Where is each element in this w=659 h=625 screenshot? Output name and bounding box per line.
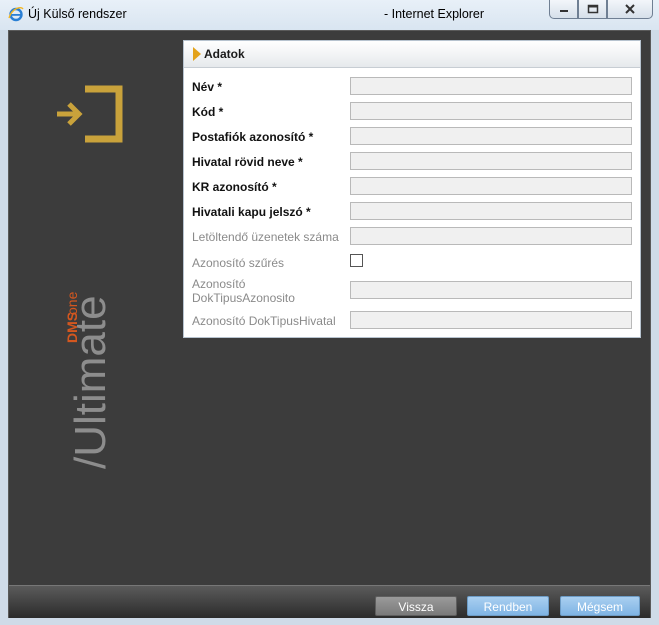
panel-title: Adatok <box>204 47 245 61</box>
row-nev: Név * <box>192 77 634 99</box>
doktipus-azonosito-input[interactable] <box>350 281 632 299</box>
minimize-button[interactable] <box>549 0 578 19</box>
brand-one: one <box>64 291 80 315</box>
row-doktipus-hivatal: Azonosító DokTipusHivatal <box>192 311 634 333</box>
window-controls <box>549 0 653 20</box>
kr-azonosito-input[interactable] <box>350 177 632 195</box>
internet-explorer-icon <box>8 7 24 22</box>
letoltendo-uzenetek-szama-input[interactable] <box>350 227 632 245</box>
adatok-panel: Adatok Név * Kód * Postafiók azonosító *… <box>183 40 641 338</box>
maximize-icon <box>587 4 598 14</box>
minimize-icon <box>559 10 568 12</box>
row-azonosito-szures: Azonosító szűrés <box>192 253 634 275</box>
label-kr-azonosito: KR azonosító * <box>192 180 277 194</box>
label-azonosito-doktipushivatal: Azonosító DokTipusHivatal <box>192 314 336 328</box>
doktipus-hivatal-input[interactable] <box>350 311 632 329</box>
label-azonosito-doktipusazonosito: Azonosító DokTipusAzonosito <box>192 277 295 305</box>
panel-header[interactable]: Adatok <box>184 41 640 68</box>
login-arrow-icon <box>57 85 123 143</box>
row-doktipus-azonosito: Azonosító DokTipusAzonosito <box>192 277 634 305</box>
row-letoltendo-uzenetek: Letöltendő üzenetek száma <box>192 227 634 249</box>
expand-arrow-icon[interactable] <box>193 47 201 61</box>
row-kod: Kód * <box>192 102 634 124</box>
vissza-button[interactable]: Vissza <box>375 596 457 616</box>
window-titlebar: Új Külső rendszer - Internet Explorer <box>0 0 659 30</box>
brand-dms: DMS <box>64 312 80 343</box>
label-postafiok-azonosito: Postafiók azonosító * <box>192 130 314 144</box>
dmsone-ultimate-logo: /Ultimate DMS one <box>64 291 115 469</box>
hivatali-kapu-jelszo-input[interactable] <box>350 202 632 220</box>
label-hivatali-kapu-jelszo: Hivatali kapu jelszó * <box>192 205 311 219</box>
azonosito-szures-checkbox[interactable] <box>350 254 363 267</box>
window-title: Új Külső rendszer <box>28 7 127 21</box>
label-azonosito-szures: Azonosító szűrés <box>192 256 285 270</box>
kod-input[interactable] <box>350 102 632 120</box>
button-bar: Vissza Rendben Mégsem <box>9 585 650 618</box>
row-hivatal-rovid-neve: Hivatal rövid neve * <box>192 152 634 174</box>
row-hivatali-kapu-jelszo: Hivatali kapu jelszó * <box>192 202 634 224</box>
postafiok-azonosito-input[interactable] <box>350 127 632 145</box>
megsem-button[interactable]: Mégsem <box>560 596 640 616</box>
close-icon <box>625 4 635 14</box>
row-postafiok: Postafiók azonosító * <box>192 127 634 149</box>
label-nev: Név * <box>192 80 223 94</box>
maximize-button[interactable] <box>578 0 607 19</box>
nev-input[interactable] <box>350 77 632 95</box>
label-hivatal-rovid-neve: Hivatal rövid neve * <box>192 155 303 169</box>
hivatal-rovid-neve-input[interactable] <box>350 152 632 170</box>
label-kod: Kód * <box>192 105 224 119</box>
row-kr-azonosito: KR azonosító * <box>192 177 634 199</box>
browser-name: - Internet Explorer <box>384 7 485 21</box>
rendben-button[interactable]: Rendben <box>467 596 549 616</box>
app-frame: /Ultimate DMS one Adatok Név * Kód * Pos… <box>8 30 651 618</box>
label-letoltendo-uzenetek-szama: Letöltendő üzenetek száma <box>192 230 339 244</box>
close-button[interactable] <box>607 0 653 19</box>
